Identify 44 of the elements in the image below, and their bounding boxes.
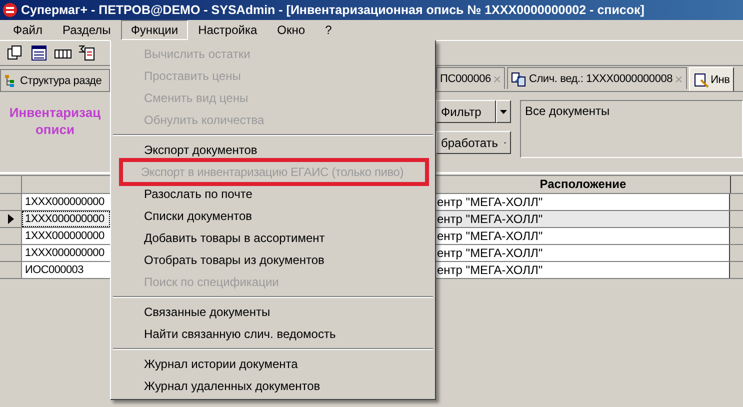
menu-item[interactable]: Функции	[120, 20, 188, 40]
menu-item[interactable]: Связанные документы	[111, 301, 435, 323]
filter-button[interactable]: Фильтр	[436, 100, 496, 123]
table-cell: ентр "МЕГА-ХОЛЛ"	[436, 228, 730, 244]
documents-icon	[510, 70, 527, 86]
dropdown-button[interactable]	[496, 100, 511, 123]
sum-table-icon[interactable]	[78, 44, 96, 62]
table-cell: ИОС000003	[22, 262, 110, 278]
row-pointer-icon	[8, 214, 14, 224]
menu-item[interactable]: Найти связанную слич. ведомость	[111, 323, 435, 345]
menu-item[interactable]: Экспорт документов	[111, 139, 435, 161]
process-button[interactable]: бработать	[436, 131, 511, 154]
tab[interactable]: Инв	[688, 67, 734, 91]
menu-item[interactable]: Файл	[3, 20, 53, 40]
menu-item[interactable]: Отобрать товары из документов	[111, 249, 435, 271]
filter-text-field[interactable]: Все документы	[520, 100, 743, 158]
table-cell: 1XXX000000000	[22, 228, 110, 244]
table-cell: 1XXX000000000	[22, 211, 110, 227]
table-cell: 1XXX000000000	[22, 245, 110, 261]
tab[interactable]: Слич. вед.: 1XXX0000000008×	[506, 67, 687, 89]
table-icon[interactable]	[30, 44, 48, 62]
table-cell: 1XXX000000000	[22, 194, 110, 210]
table-cell: ентр "МЕГА-ХОЛЛ"	[436, 245, 730, 261]
menu-item[interactable]: Окно	[267, 20, 316, 40]
table-cell: ентр "МЕГА-ХОЛЛ"	[436, 194, 730, 210]
panel-title: Инвентаризац	[9, 104, 101, 121]
table-cell: ентр "МЕГА-ХОЛЛ"	[436, 211, 730, 227]
panel-title: описи	[35, 121, 74, 138]
window-title: Супермаг+ - ПЕТРОВ@DEMO - SYSAdmin - [Инвентаризационная опись № 1XXX0000000002 - список]	[21, 3, 644, 17]
tab[interactable]: Структура разде	[0, 69, 110, 91]
menu-item[interactable]: ?	[315, 20, 342, 40]
document-icon	[692, 72, 709, 88]
menu-item[interactable]: Добавить товары в ассортимент	[111, 227, 435, 249]
copy-icon[interactable]	[6, 44, 24, 62]
menu-item[interactable]: Настройка	[188, 20, 268, 40]
menu-item[interactable]: Журнал удаленных документов	[111, 375, 435, 397]
tab[interactable]: ПС000006×	[436, 67, 505, 89]
menu-item[interactable]: Списки документов	[111, 205, 435, 227]
menu-item[interactable]: Разделы	[52, 20, 121, 40]
menu-item[interactable]: Журнал истории документа	[111, 353, 435, 375]
app-icon	[2, 2, 18, 18]
table-cell: ентр "МЕГА-ХОЛЛ"	[436, 262, 730, 278]
caret-icon	[500, 110, 507, 114]
menu-item[interactable]: Разослать по почте	[111, 183, 435, 205]
